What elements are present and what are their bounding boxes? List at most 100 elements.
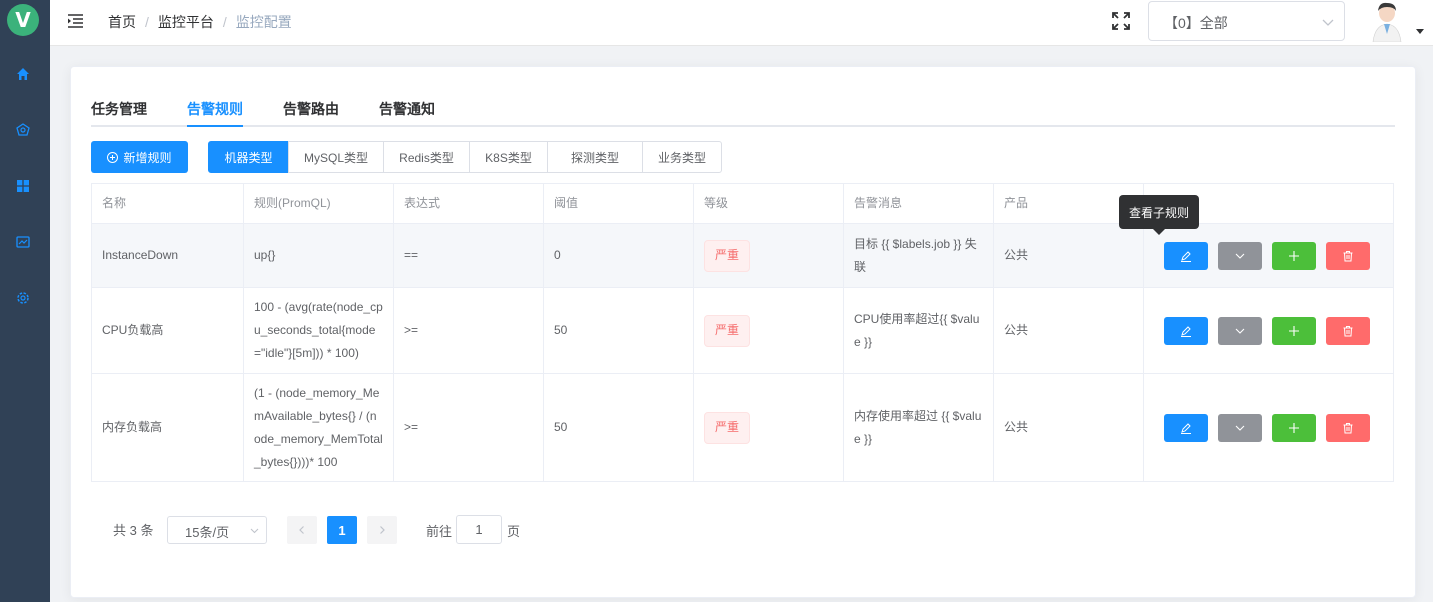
delete-button[interactable] xyxy=(1326,413,1370,442)
chevron-left-icon xyxy=(299,526,304,534)
header-rule: 规则(PromQL) xyxy=(244,184,394,223)
user-avatar[interactable] xyxy=(1367,0,1407,42)
cell-name: CPU负载高 xyxy=(92,288,244,373)
breadcrumb-home[interactable]: 首页 xyxy=(108,12,136,32)
edit-button[interactable] xyxy=(1164,241,1208,270)
cell-name: 内存负载高 xyxy=(92,374,244,481)
add-subrule-button[interactable] xyxy=(1272,316,1316,345)
severity-badge: 严重 xyxy=(704,239,750,272)
header-expression: 表达式 xyxy=(394,184,544,223)
home-icon[interactable] xyxy=(15,66,31,82)
cell-threshold: 50 xyxy=(544,288,694,373)
add-rule-label: 新增规则 xyxy=(123,150,172,165)
app-logo[interactable]: V xyxy=(7,4,39,36)
breadcrumb-current: 监控配置 xyxy=(235,14,292,30)
type-business-button[interactable]: 业务类型 xyxy=(642,141,722,173)
cell-level: 严重 xyxy=(694,374,844,481)
cell-rule: 100 - (avg(rate(node_cpu_seconds_total{m… xyxy=(244,288,394,373)
cluster-icon[interactable] xyxy=(15,122,31,138)
tab-active-indicator xyxy=(187,125,243,127)
delete-button[interactable] xyxy=(1326,241,1370,270)
prev-page-button[interactable] xyxy=(287,516,317,544)
cell-level: 严重 xyxy=(694,288,844,373)
chevron-right-icon xyxy=(380,526,385,534)
tab-alert-notification[interactable]: 告警通知 xyxy=(379,99,435,119)
trash-icon xyxy=(1343,250,1353,261)
header-level: 等级 xyxy=(694,184,844,223)
goto-page-input[interactable]: 1 xyxy=(456,515,502,544)
tab-task-management[interactable]: 任务管理 xyxy=(91,99,147,119)
top-navbar: 首页 / 监控平台 / 监控配置 【0】全部 xyxy=(50,0,1433,46)
tab-alert-routing[interactable]: 告警路由 xyxy=(283,99,339,119)
chevron-down-icon xyxy=(1322,19,1334,26)
fullscreen-icon[interactable] xyxy=(1111,11,1131,31)
table-row: InstanceDown up{} == 0 严重 目标 {{ $labels.… xyxy=(92,224,1393,288)
tab-alert-rules[interactable]: 告警规则 xyxy=(187,99,243,119)
cell-product: 公共 xyxy=(994,374,1144,481)
content-card: 任务管理 告警规则 告警路由 告警通知 新增规则 机器类型 MySQL类型 Re… xyxy=(70,66,1416,598)
dashboard-grid-icon[interactable] xyxy=(15,178,31,194)
tab-bar: 任务管理 告警规则 告警路由 告警通知 xyxy=(91,95,1395,127)
plus-icon xyxy=(1289,325,1299,336)
cell-actions xyxy=(1144,224,1393,287)
page-number-current[interactable]: 1 xyxy=(327,516,357,544)
cell-product: 公共 xyxy=(994,288,1144,373)
plus-icon xyxy=(1289,422,1299,433)
page-size-value: 15条/页 xyxy=(185,525,230,540)
cell-threshold: 50 xyxy=(544,374,694,481)
type-filter-group: 机器类型 MySQL类型 Redis类型 K8S类型 探测类型 业务类型 xyxy=(208,141,722,173)
view-subrules-button[interactable] xyxy=(1218,316,1262,345)
add-rule-button[interactable]: 新增规则 xyxy=(91,141,188,173)
breadcrumb: 首页 / 监控平台 / 监控配置 xyxy=(108,12,292,32)
settings-icon[interactable] xyxy=(15,290,31,306)
sidebar: V xyxy=(0,0,50,602)
cell-threshold: 0 xyxy=(544,224,694,287)
cell-expression: >= xyxy=(394,288,544,373)
env-select[interactable]: 【0】全部 xyxy=(1148,1,1345,41)
view-subrules-button[interactable] xyxy=(1218,413,1262,442)
breadcrumb-monitor-platform[interactable]: 监控平台 xyxy=(158,12,214,32)
trash-icon xyxy=(1343,422,1353,433)
add-subrule-button[interactable] xyxy=(1272,413,1316,442)
chevron-down-icon xyxy=(250,528,259,534)
type-machine-button[interactable]: 机器类型 xyxy=(208,141,289,173)
cell-message: 内存使用率超过 {{ $value }} xyxy=(844,374,994,481)
table-row: CPU负载高 100 - (avg(rate(node_cpu_seconds_… xyxy=(92,288,1393,374)
breadcrumb-separator: / xyxy=(145,14,149,30)
type-redis-button[interactable]: Redis类型 xyxy=(383,141,470,173)
monitor-icon[interactable] xyxy=(15,234,31,250)
cell-expression: == xyxy=(394,224,544,287)
view-subrules-button[interactable] xyxy=(1218,241,1262,270)
pagination-total: 共 3 条 xyxy=(113,522,154,538)
type-k8s-button[interactable]: K8S类型 xyxy=(469,141,548,173)
header-name: 名称 xyxy=(92,184,244,223)
plus-icon xyxy=(1289,250,1299,261)
next-page-button[interactable] xyxy=(367,516,397,544)
table-row: 内存负载高 (1 - (node_memory_MemAvailable_byt… xyxy=(92,374,1393,482)
severity-badge: 严重 xyxy=(704,314,750,347)
add-subrule-button[interactable] xyxy=(1272,241,1316,270)
chevron-down-icon xyxy=(1235,425,1245,431)
cell-message: CPU使用率超过{{ $value }} xyxy=(844,288,994,373)
cell-name: InstanceDown xyxy=(92,224,244,287)
page-size-select[interactable]: 15条/页 xyxy=(167,516,267,544)
cell-product: 公共 xyxy=(994,224,1144,287)
edit-icon xyxy=(1181,250,1191,262)
type-probe-button[interactable]: 探测类型 xyxy=(547,141,643,173)
goto-suffix: 页 xyxy=(507,524,521,539)
edit-button[interactable] xyxy=(1164,316,1208,345)
cell-actions xyxy=(1144,288,1393,373)
caret-down-icon[interactable] xyxy=(1416,29,1424,34)
type-mysql-button[interactable]: MySQL类型 xyxy=(288,141,384,173)
delete-button[interactable] xyxy=(1326,316,1370,345)
menu-toggle-icon[interactable] xyxy=(67,13,84,29)
chevron-down-icon xyxy=(1235,253,1245,259)
header-message: 告警消息 xyxy=(844,184,994,223)
cell-level: 严重 xyxy=(694,224,844,287)
cell-message: 目标 {{ $labels.job }} 失联 xyxy=(844,224,994,287)
logo-letter: V xyxy=(15,8,31,32)
trash-icon xyxy=(1343,325,1353,336)
edit-button[interactable] xyxy=(1164,413,1208,442)
chevron-down-icon xyxy=(1235,328,1245,334)
goto-label: 前往 xyxy=(426,524,453,539)
